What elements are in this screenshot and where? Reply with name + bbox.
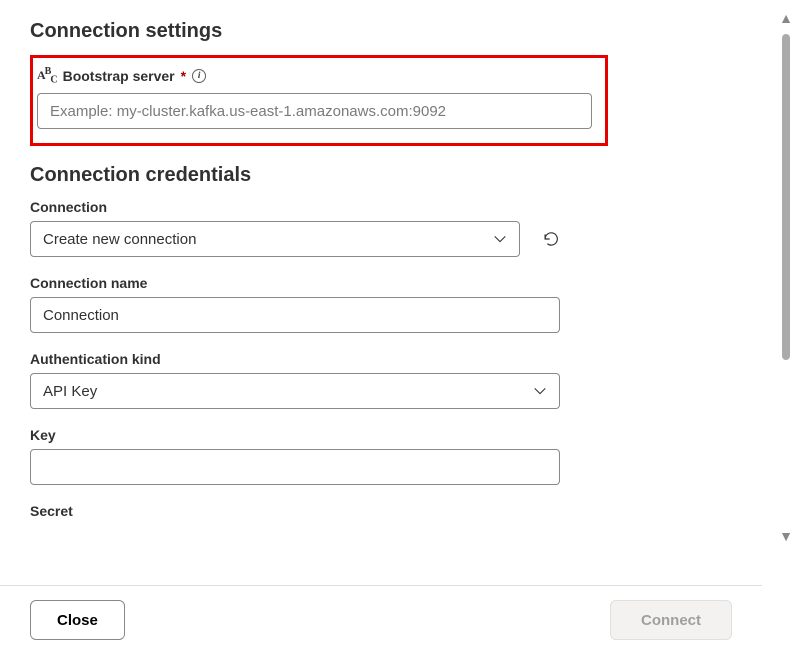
dialog-footer: Close Connect — [0, 585, 762, 654]
scrollbar-thumb[interactable] — [782, 34, 790, 360]
connection-name-label: Connection name — [30, 275, 560, 291]
connection-name-input[interactable] — [30, 297, 560, 333]
connection-selected-value: Create new connection — [43, 231, 196, 248]
text-type-icon: ABC — [37, 66, 57, 85]
chevron-down-icon — [533, 384, 547, 398]
info-icon[interactable]: i — [192, 69, 206, 83]
close-button[interactable]: Close — [30, 600, 125, 640]
bootstrap-server-highlight: ABC Bootstrap server * i — [30, 55, 608, 146]
scroll-down-icon[interactable]: ▼ — [779, 528, 793, 544]
refresh-icon[interactable] — [542, 229, 560, 249]
authentication-kind-selected-value: API Key — [43, 383, 97, 400]
chevron-down-icon — [493, 232, 507, 246]
authentication-kind-label: Authentication kind — [30, 351, 560, 367]
connection-settings-heading: Connection settings — [30, 20, 730, 43]
connect-button[interactable]: Connect — [610, 600, 732, 640]
key-input[interactable] — [30, 449, 560, 485]
connection-credentials-heading: Connection credentials — [30, 164, 730, 187]
bootstrap-server-input[interactable] — [37, 93, 592, 129]
authentication-kind-select[interactable]: API Key — [30, 373, 560, 409]
key-label: Key — [30, 427, 560, 443]
bootstrap-server-label: Bootstrap server — [63, 68, 175, 84]
connection-label: Connection — [30, 199, 560, 215]
required-indicator: * — [181, 68, 186, 84]
scrollbar[interactable]: ▲ ▼ — [772, 0, 800, 654]
secret-label: Secret — [30, 503, 560, 519]
connection-select[interactable]: Create new connection — [30, 221, 520, 257]
scroll-up-icon[interactable]: ▲ — [779, 10, 793, 26]
